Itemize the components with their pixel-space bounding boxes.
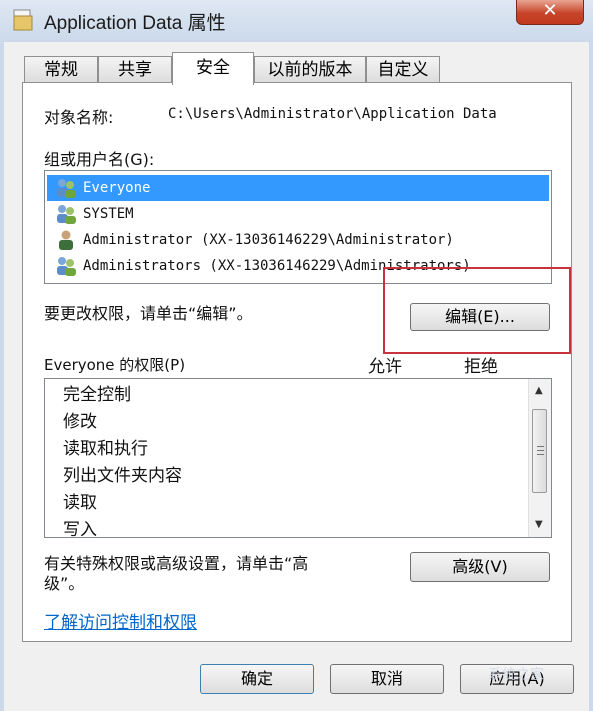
tab-previous-versions[interactable]: 以前的版本 bbox=[254, 56, 366, 83]
user-label: SYSTEM bbox=[83, 206, 134, 222]
scroll-up-arrow-icon[interactable]: ▲ bbox=[535, 385, 543, 396]
object-name-label: 对象名称: bbox=[44, 108, 114, 127]
change-permissions-hint: 要更改权限，请单击“编辑”。 bbox=[44, 304, 253, 323]
title-bar: Application Data 属性 ✕ bbox=[0, 0, 593, 42]
list-item-everyone[interactable]: Everyone bbox=[47, 175, 549, 201]
scroll-thumb[interactable] bbox=[532, 409, 547, 493]
advanced-button[interactable]: 高级(V) bbox=[410, 552, 550, 582]
permission-modify: 修改 bbox=[63, 412, 97, 432]
tab-customize[interactable]: 自定义 bbox=[366, 56, 440, 83]
highlight-box bbox=[383, 267, 571, 354]
watermark: 系统之家 bbox=[488, 667, 544, 683]
advanced-hint-line2: 级”。 bbox=[44, 574, 85, 593]
permission-full-control: 完全控制 bbox=[63, 385, 131, 405]
tab-security[interactable]: 安全 bbox=[172, 52, 254, 85]
object-name-value: C:\Users\Administrator\Application Data bbox=[168, 106, 497, 122]
groups-label: 组或用户名(G): bbox=[44, 150, 155, 169]
user-label: Everyone bbox=[83, 180, 151, 196]
user-group-icon bbox=[57, 257, 76, 276]
ok-button[interactable]: 确定 bbox=[200, 664, 314, 694]
permissions-header: Everyone 的权限(P) bbox=[44, 356, 186, 374]
list-item-system[interactable]: SYSTEM bbox=[47, 201, 549, 227]
user-group-icon bbox=[57, 205, 76, 224]
tab-general[interactable]: 常规 bbox=[24, 56, 98, 83]
permission-read-execute: 读取和执行 bbox=[63, 439, 148, 459]
allow-column-header: 允许 bbox=[368, 357, 402, 377]
folder-icon bbox=[13, 9, 33, 31]
permission-write: 写入 bbox=[63, 520, 97, 538]
permissions-list[interactable]: 完全控制 修改 读取和执行 列出文件夹内容 读取 写入 ▲ ▼ bbox=[44, 378, 552, 538]
permission-read: 读取 bbox=[63, 493, 97, 513]
user-icon bbox=[59, 230, 73, 250]
scroll-down-arrow-icon[interactable]: ▼ bbox=[535, 519, 543, 530]
user-group-icon bbox=[57, 179, 76, 198]
close-button[interactable]: ✕ bbox=[516, 0, 584, 25]
user-label: Administrator (XX-13036146229\Administra… bbox=[83, 232, 454, 248]
learn-access-control-link[interactable]: 了解访问控制和权限 bbox=[44, 608, 197, 633]
cancel-button[interactable]: 取消 bbox=[330, 664, 444, 694]
window-title: Application Data 属性 bbox=[44, 13, 226, 34]
tab-sharing[interactable]: 共享 bbox=[98, 56, 172, 83]
list-item-administrator[interactable]: Administrator (XX-13036146229\Administra… bbox=[47, 227, 549, 253]
permission-list-folder: 列出文件夹内容 bbox=[63, 466, 182, 486]
permissions-scrollbar[interactable]: ▲ ▼ bbox=[528, 379, 551, 537]
deny-column-header: 拒绝 bbox=[464, 357, 498, 377]
